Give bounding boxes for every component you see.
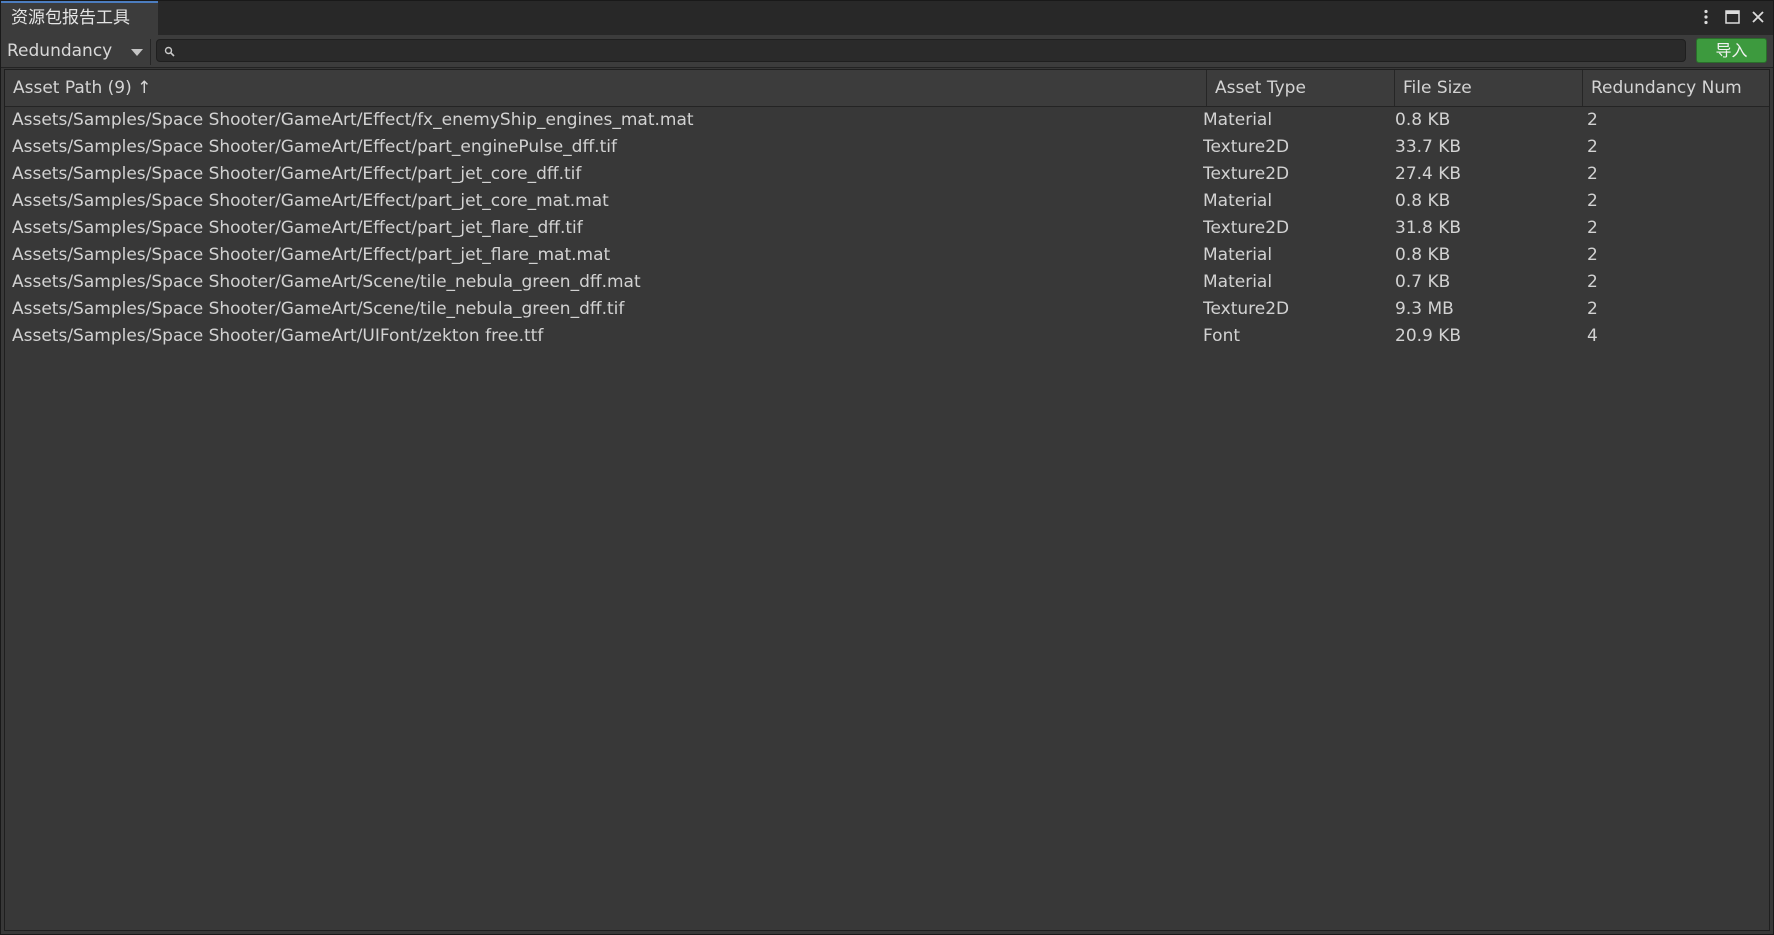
cell-redundancy-num: 4	[1587, 326, 1598, 346]
table-row[interactable]: Assets/Samples/Space Shooter/GameArt/Eff…	[5, 134, 1769, 161]
toolbar-separator	[150, 39, 151, 65]
table-row[interactable]: Assets/Samples/Space Shooter/GameArt/UIF…	[5, 323, 1769, 350]
table-body: Assets/Samples/Space Shooter/GameArt/Eff…	[5, 107, 1769, 350]
close-icon[interactable]	[1749, 6, 1767, 28]
column-header-file-size[interactable]: File Size	[1395, 70, 1583, 106]
column-header-asset-type[interactable]: Asset Type	[1207, 70, 1395, 106]
cell-redundancy-num: 2	[1587, 245, 1598, 265]
tab-asset-bundle-report[interactable]: 资源包报告工具	[1, 1, 158, 35]
cell-asset-type: Material	[1203, 272, 1273, 292]
cell-asset-path: Assets/Samples/Space Shooter/GameArt/Sce…	[12, 272, 641, 292]
column-header-asset-path[interactable]: Asset Path (9) ↑	[5, 70, 1207, 106]
cell-asset-type: Font	[1203, 326, 1241, 346]
cell-redundancy-num: 2	[1587, 137, 1598, 157]
cell-asset-type: Material	[1203, 245, 1273, 265]
column-header-redundancy-num[interactable]: Redundancy Num	[1583, 70, 1769, 106]
cell-redundancy-num: 2	[1587, 272, 1598, 292]
cell-file-size: 0.7 KB	[1395, 272, 1451, 292]
window-controls	[1697, 5, 1767, 29]
cell-file-size: 33.7 KB	[1395, 137, 1462, 157]
toolbar: Redundancy 导入	[1, 35, 1773, 68]
cell-asset-path: Assets/Samples/Space Shooter/GameArt/Eff…	[12, 245, 611, 265]
cell-asset-type: Texture2D	[1203, 164, 1290, 184]
search-icon	[163, 44, 177, 58]
cell-asset-path: Assets/Samples/Space Shooter/GameArt/Eff…	[12, 164, 582, 184]
cell-redundancy-num: 2	[1587, 164, 1598, 184]
table-header: Asset Path (9) ↑ Asset Type File Size Re…	[5, 70, 1769, 107]
cell-asset-path: Assets/Samples/Space Shooter/GameArt/Eff…	[12, 218, 583, 238]
cell-asset-path: Assets/Samples/Space Shooter/GameArt/UIF…	[12, 326, 544, 346]
import-button[interactable]: 导入	[1696, 38, 1767, 63]
dropdown-arrow-icon	[131, 49, 143, 56]
search-field[interactable]	[156, 39, 1686, 62]
table-row[interactable]: Assets/Samples/Space Shooter/GameArt/Eff…	[5, 161, 1769, 188]
table-row[interactable]: Assets/Samples/Space Shooter/GameArt/Sce…	[5, 269, 1769, 296]
cell-file-size: 0.8 KB	[1395, 110, 1451, 130]
cell-asset-type: Texture2D	[1203, 137, 1290, 157]
search-input[interactable]	[181, 41, 1685, 62]
cell-redundancy-num: 2	[1587, 191, 1598, 211]
cell-asset-type: Texture2D	[1203, 299, 1290, 319]
maximize-icon[interactable]	[1723, 6, 1741, 28]
table-row[interactable]: Assets/Samples/Space Shooter/GameArt/Sce…	[5, 296, 1769, 323]
cell-redundancy-num: 2	[1587, 218, 1598, 238]
cell-file-size: 0.8 KB	[1395, 245, 1451, 265]
table-row[interactable]: Assets/Samples/Space Shooter/GameArt/Eff…	[5, 242, 1769, 269]
table-row[interactable]: Assets/Samples/Space Shooter/GameArt/Eff…	[5, 188, 1769, 215]
cell-redundancy-num: 2	[1587, 299, 1598, 319]
asset-bundle-report-window: 资源包报告工具 Redundancy 导入 Asset Path (9) ↑ A…	[0, 0, 1774, 935]
cell-asset-type: Texture2D	[1203, 218, 1290, 238]
cell-file-size: 31.8 KB	[1395, 218, 1462, 238]
cell-asset-type: Material	[1203, 110, 1273, 130]
cell-asset-path: Assets/Samples/Space Shooter/GameArt/Sce…	[12, 299, 625, 319]
cell-asset-type: Material	[1203, 191, 1273, 211]
table-row[interactable]: Assets/Samples/Space Shooter/GameArt/Eff…	[5, 215, 1769, 242]
cell-file-size: 9.3 MB	[1395, 299, 1454, 319]
cell-redundancy-num: 2	[1587, 110, 1598, 130]
cell-file-size: 20.9 KB	[1395, 326, 1462, 346]
mode-dropdown[interactable]: Redundancy	[7, 37, 147, 65]
cell-asset-path: Assets/Samples/Space Shooter/GameArt/Eff…	[12, 137, 617, 157]
redundancy-table: Asset Path (9) ↑ Asset Type File Size Re…	[4, 69, 1770, 931]
table-row[interactable]: Assets/Samples/Space Shooter/GameArt/Eff…	[5, 107, 1769, 134]
cell-file-size: 0.8 KB	[1395, 191, 1451, 211]
cell-asset-path: Assets/Samples/Space Shooter/GameArt/Eff…	[12, 191, 609, 211]
more-options-icon[interactable]	[1697, 6, 1715, 28]
cell-asset-path: Assets/Samples/Space Shooter/GameArt/Eff…	[12, 110, 694, 130]
tab-bar: 资源包报告工具	[1, 1, 1773, 36]
mode-dropdown-label: Redundancy	[7, 41, 113, 61]
cell-file-size: 27.4 KB	[1395, 164, 1462, 184]
